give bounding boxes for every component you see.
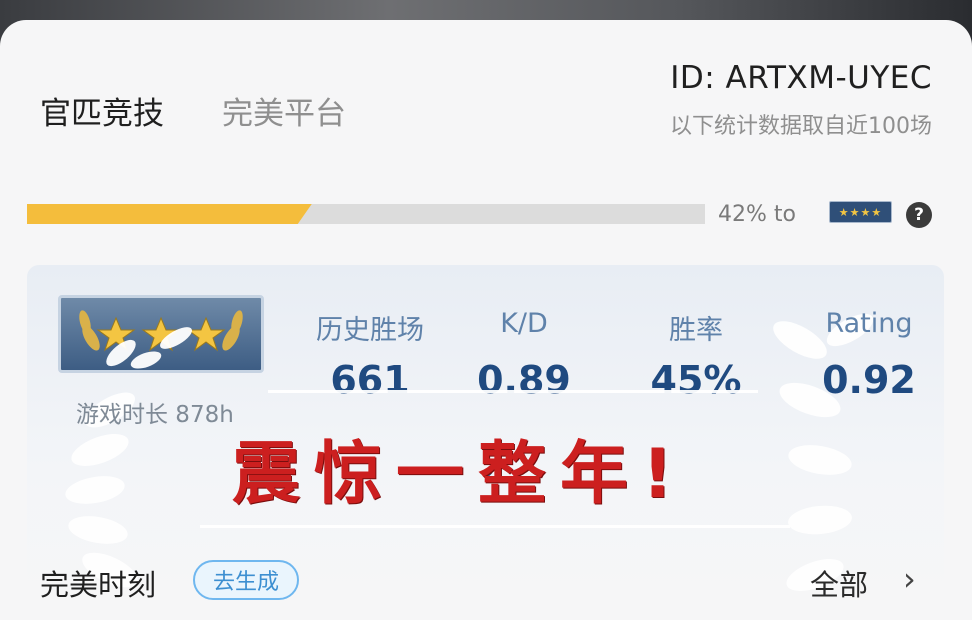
rank-badge-icon (58, 295, 264, 373)
overlay-caption: 震惊一整年! (232, 435, 688, 514)
chevron-right-icon[interactable]: › (903, 560, 916, 598)
tab-perfect-platform[interactable]: 完美平台 (222, 88, 346, 133)
stat-value-rating: 0.92 (822, 358, 916, 402)
rank-progress-bar (27, 204, 705, 224)
stats-scope-note: 以下统计数据取自近100场 (670, 114, 932, 139)
stat-value-winrate: 45% (650, 358, 742, 402)
wreath-right-decoration-icon (773, 313, 874, 591)
stat-label-rating: Rating (825, 308, 913, 339)
tab-official-match[interactable]: 官匹竞技 (40, 88, 164, 133)
scribble-line (200, 525, 790, 528)
stat-label-wins: 历史胜场 (316, 315, 424, 346)
moments-title: 完美时刻 (40, 568, 157, 602)
next-rank-badge: ★★★★ (829, 201, 892, 223)
stat-label-kd: K/D (500, 308, 548, 339)
help-icon[interactable]: ? (906, 202, 932, 228)
rank-progress-fill (27, 204, 312, 224)
stat-value-wins: 661 (330, 358, 410, 402)
stat-value-kd: 0.89 (477, 358, 571, 402)
user-id: ID: ARTXM-UYEC (670, 60, 932, 96)
scribble-line (268, 390, 758, 393)
stat-label-winrate: 胜率 (669, 315, 723, 346)
view-all-link[interactable]: 全部 (810, 562, 868, 604)
rank-progress-text: 42% to (718, 202, 796, 227)
playtime-text: 游戏时长 878h (76, 402, 234, 428)
generate-moments-button[interactable]: 去生成 (193, 560, 299, 600)
